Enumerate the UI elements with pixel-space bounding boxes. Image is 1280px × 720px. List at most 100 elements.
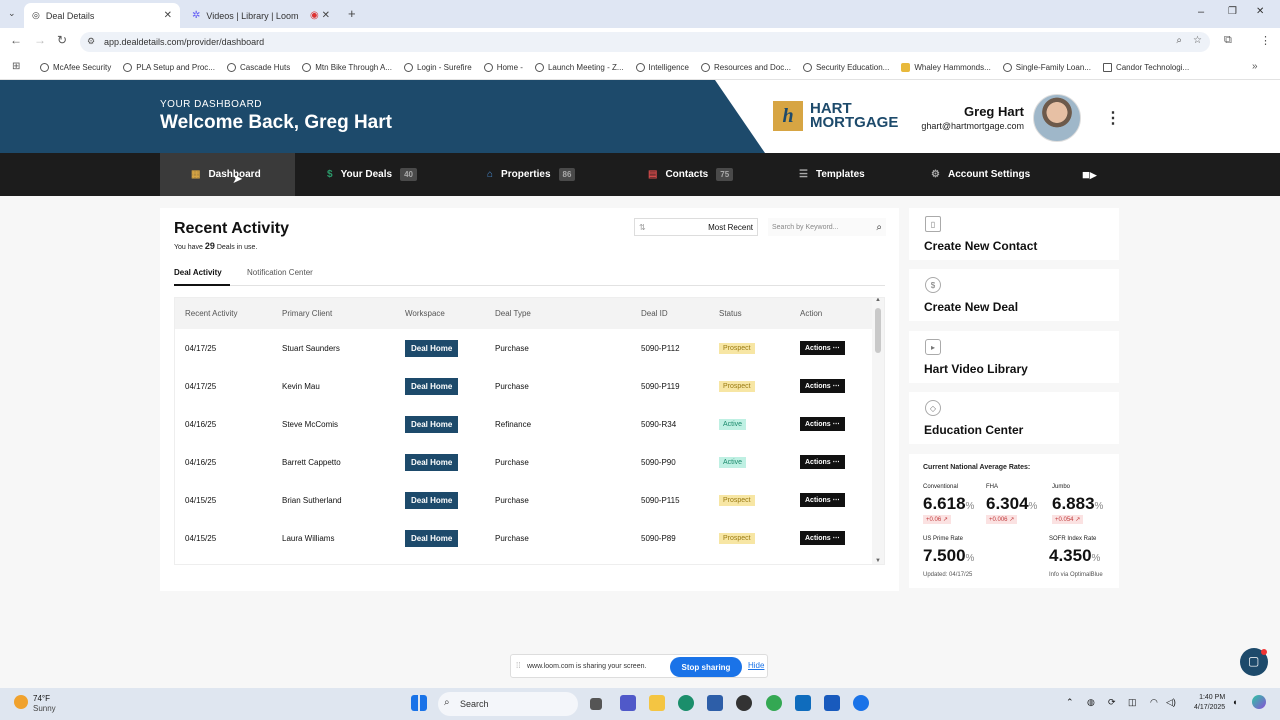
- search-icon[interactable]: ⌕: [876, 222, 882, 233]
- tab-notification-center[interactable]: Notification Center: [247, 268, 313, 277]
- nav-account-settings[interactable]: ⚙ Account Settings: [931, 153, 1030, 196]
- new-tab-icon[interactable]: +: [348, 6, 356, 21]
- rates-title: Current National Average Rates:: [923, 464, 1031, 471]
- taskbar-clock[interactable]: 1:40 PM 4/17/2025: [1194, 693, 1225, 713]
- zoom-icon[interactable]: ⌕: [1176, 35, 1182, 46]
- word-icon[interactable]: [824, 695, 840, 711]
- activity-date: 04/15/25: [185, 495, 217, 505]
- task-view-icon[interactable]: [590, 698, 602, 710]
- taskbar-search[interactable]: ⌕ Search: [438, 692, 578, 716]
- volume-icon[interactable]: ◁): [1166, 697, 1176, 708]
- video-library-card[interactable]: ▸ Hart Video Library: [909, 331, 1119, 383]
- avatar[interactable]: [1033, 94, 1081, 142]
- tab-menu-icon[interactable]: ⌄: [8, 8, 16, 19]
- store-icon[interactable]: [707, 695, 723, 711]
- windows-start-icon[interactable]: [411, 695, 427, 711]
- bookmark-item[interactable]: Whaley Hammonds...: [901, 63, 991, 72]
- wifi-icon[interactable]: ◠: [1150, 697, 1158, 708]
- table-row: 04/15/25 Laura Williams Deal Home Purchase 5…: [175, 519, 873, 557]
- nav-dashboard[interactable]: ▦ Dashboard: [160, 153, 295, 196]
- bookmark-item[interactable]: Intelligence: [635, 63, 689, 72]
- bookmark-item[interactable]: PLA Setup and Proc...: [123, 63, 215, 72]
- bookmark-item[interactable]: Cascade Huts: [226, 63, 290, 72]
- scrollbar-thumb[interactable]: [875, 308, 881, 353]
- actions-button[interactable]: Actions ⋯: [800, 379, 845, 393]
- user-menu-icon[interactable]: ⋮: [1105, 108, 1121, 128]
- chat-icon[interactable]: ▢: [1240, 648, 1268, 676]
- bookmark-item[interactable]: McAfee Security: [40, 63, 111, 72]
- bookmark-item[interactable]: Security Education...: [802, 63, 889, 72]
- nav-contacts[interactable]: ▤ Contacts 75: [648, 153, 734, 196]
- deal-home-button[interactable]: Deal Home: [405, 377, 459, 395]
- scrollbar[interactable]: ▲ ▼: [872, 298, 884, 564]
- nav-templates[interactable]: ☰ Templates: [799, 153, 865, 196]
- rate-value: 4.350%: [1049, 546, 1101, 565]
- back-icon[interactable]: ←: [10, 33, 22, 47]
- tab-deal-activity[interactable]: Deal Activity: [174, 268, 222, 277]
- tray-sync-icon[interactable]: ⟳: [1108, 697, 1116, 708]
- notifications-bell-icon[interactable]: ◖: [1232, 697, 1237, 707]
- site-info-icon[interactable]: ⚙: [87, 36, 95, 47]
- actions-button[interactable]: Actions ⋯: [800, 455, 845, 469]
- deal-home-button[interactable]: Deal Home: [405, 339, 459, 357]
- bookmark-item[interactable]: Mtn Bike Through A...: [302, 63, 392, 72]
- actions-button[interactable]: Actions ⋯: [800, 493, 845, 507]
- deal-home-button[interactable]: Deal Home: [405, 453, 459, 471]
- bookmark-item[interactable]: Launch Meeting - Z...: [534, 63, 624, 72]
- deal-home-button[interactable]: Deal Home: [405, 491, 459, 509]
- weather-widget[interactable]: 74°F Sunny: [33, 694, 56, 714]
- loom-recording-icon[interactable]: [853, 695, 869, 711]
- stop-sharing-button[interactable]: Stop sharing: [670, 657, 742, 677]
- forward-icon[interactable]: →: [34, 33, 46, 47]
- deal-id: 5090-P119: [641, 381, 680, 391]
- extensions-icon[interactable]: ⧉: [1224, 34, 1232, 47]
- bookmark-item[interactable]: Resources and Doc...: [701, 63, 791, 72]
- tray-app-icon[interactable]: ◍: [1087, 697, 1095, 708]
- teams-icon[interactable]: [620, 695, 636, 711]
- outlook-icon[interactable]: [795, 695, 811, 711]
- bookmark-item[interactable]: Single-Family Loan...: [1002, 63, 1091, 72]
- bookmark-star-icon[interactable]: ☆: [1193, 35, 1202, 46]
- search-input[interactable]: Search by Keyword... ⌕: [768, 218, 886, 236]
- bookmark-item[interactable]: Candor Technologi...: [1102, 63, 1189, 72]
- tab-deal-details[interactable]: ◎ Deal Details ✕: [24, 3, 180, 28]
- deal-home-button[interactable]: Deal Home: [405, 529, 459, 547]
- chrome-icon[interactable]: [766, 695, 782, 711]
- url-field[interactable]: ⚙ app.dealdetails.com/provider/dashboard…: [80, 32, 1210, 52]
- video-camera-icon[interactable]: ■▸: [1082, 153, 1096, 196]
- actions-button[interactable]: Actions ⋯: [800, 417, 845, 431]
- apps-grid-icon[interactable]: ⊞: [12, 61, 20, 72]
- restore-icon[interactable]: ❐: [1228, 6, 1237, 17]
- create-deal-card[interactable]: $ Create New Deal: [909, 269, 1119, 321]
- dell-icon[interactable]: [736, 695, 752, 711]
- hide-link[interactable]: Hide: [748, 661, 764, 670]
- card-title: Create New Contact: [924, 239, 1038, 253]
- education-center-card[interactable]: ◇ Education Center: [909, 392, 1119, 444]
- reload-icon[interactable]: ↻: [57, 33, 67, 47]
- scroll-up-icon[interactable]: ▲: [875, 298, 881, 303]
- sort-select[interactable]: ⇅ Most Recent: [634, 218, 758, 236]
- bookmark-item[interactable]: Login - Surefire: [404, 63, 472, 72]
- close-window-icon[interactable]: ✕: [1256, 6, 1264, 17]
- minimize-icon[interactable]: –: [1198, 6, 1204, 18]
- actions-button[interactable]: Actions ⋯: [800, 531, 845, 545]
- chevron-up-icon[interactable]: ⌃: [1066, 697, 1074, 708]
- nav-your-deals[interactable]: $ Your Deals 40: [327, 153, 417, 196]
- scroll-down-icon[interactable]: ▼: [875, 558, 881, 564]
- create-contact-card[interactable]: ▯ Create New Contact: [909, 208, 1119, 260]
- edge-icon[interactable]: [678, 695, 694, 711]
- tray-app-icon[interactable]: ◫: [1128, 697, 1137, 708]
- drag-handle-icon[interactable]: ⁞⁞: [516, 661, 520, 670]
- deal-type: Purchase: [495, 533, 529, 543]
- browser-menu-icon[interactable]: ⋮: [1260, 34, 1271, 47]
- more-bookmarks-icon[interactable]: »: [1252, 61, 1258, 72]
- deal-home-button[interactable]: Deal Home: [405, 415, 459, 433]
- nav-properties[interactable]: ⌂ Properties 86: [487, 153, 576, 196]
- actions-button[interactable]: Actions ⋯: [800, 341, 845, 355]
- file-explorer-icon[interactable]: [649, 695, 665, 711]
- close-icon[interactable]: ✕: [164, 10, 172, 21]
- tab-recording[interactable]: ◉: [302, 3, 342, 28]
- bookmark-item[interactable]: Home -: [483, 63, 523, 72]
- copilot-icon[interactable]: [1252, 695, 1266, 709]
- windows-taskbar: 74°F Sunny ⌕ Search ⌃ ◍ ⟳ ◫ ◠ ◁) 1:40 PM…: [0, 688, 1280, 720]
